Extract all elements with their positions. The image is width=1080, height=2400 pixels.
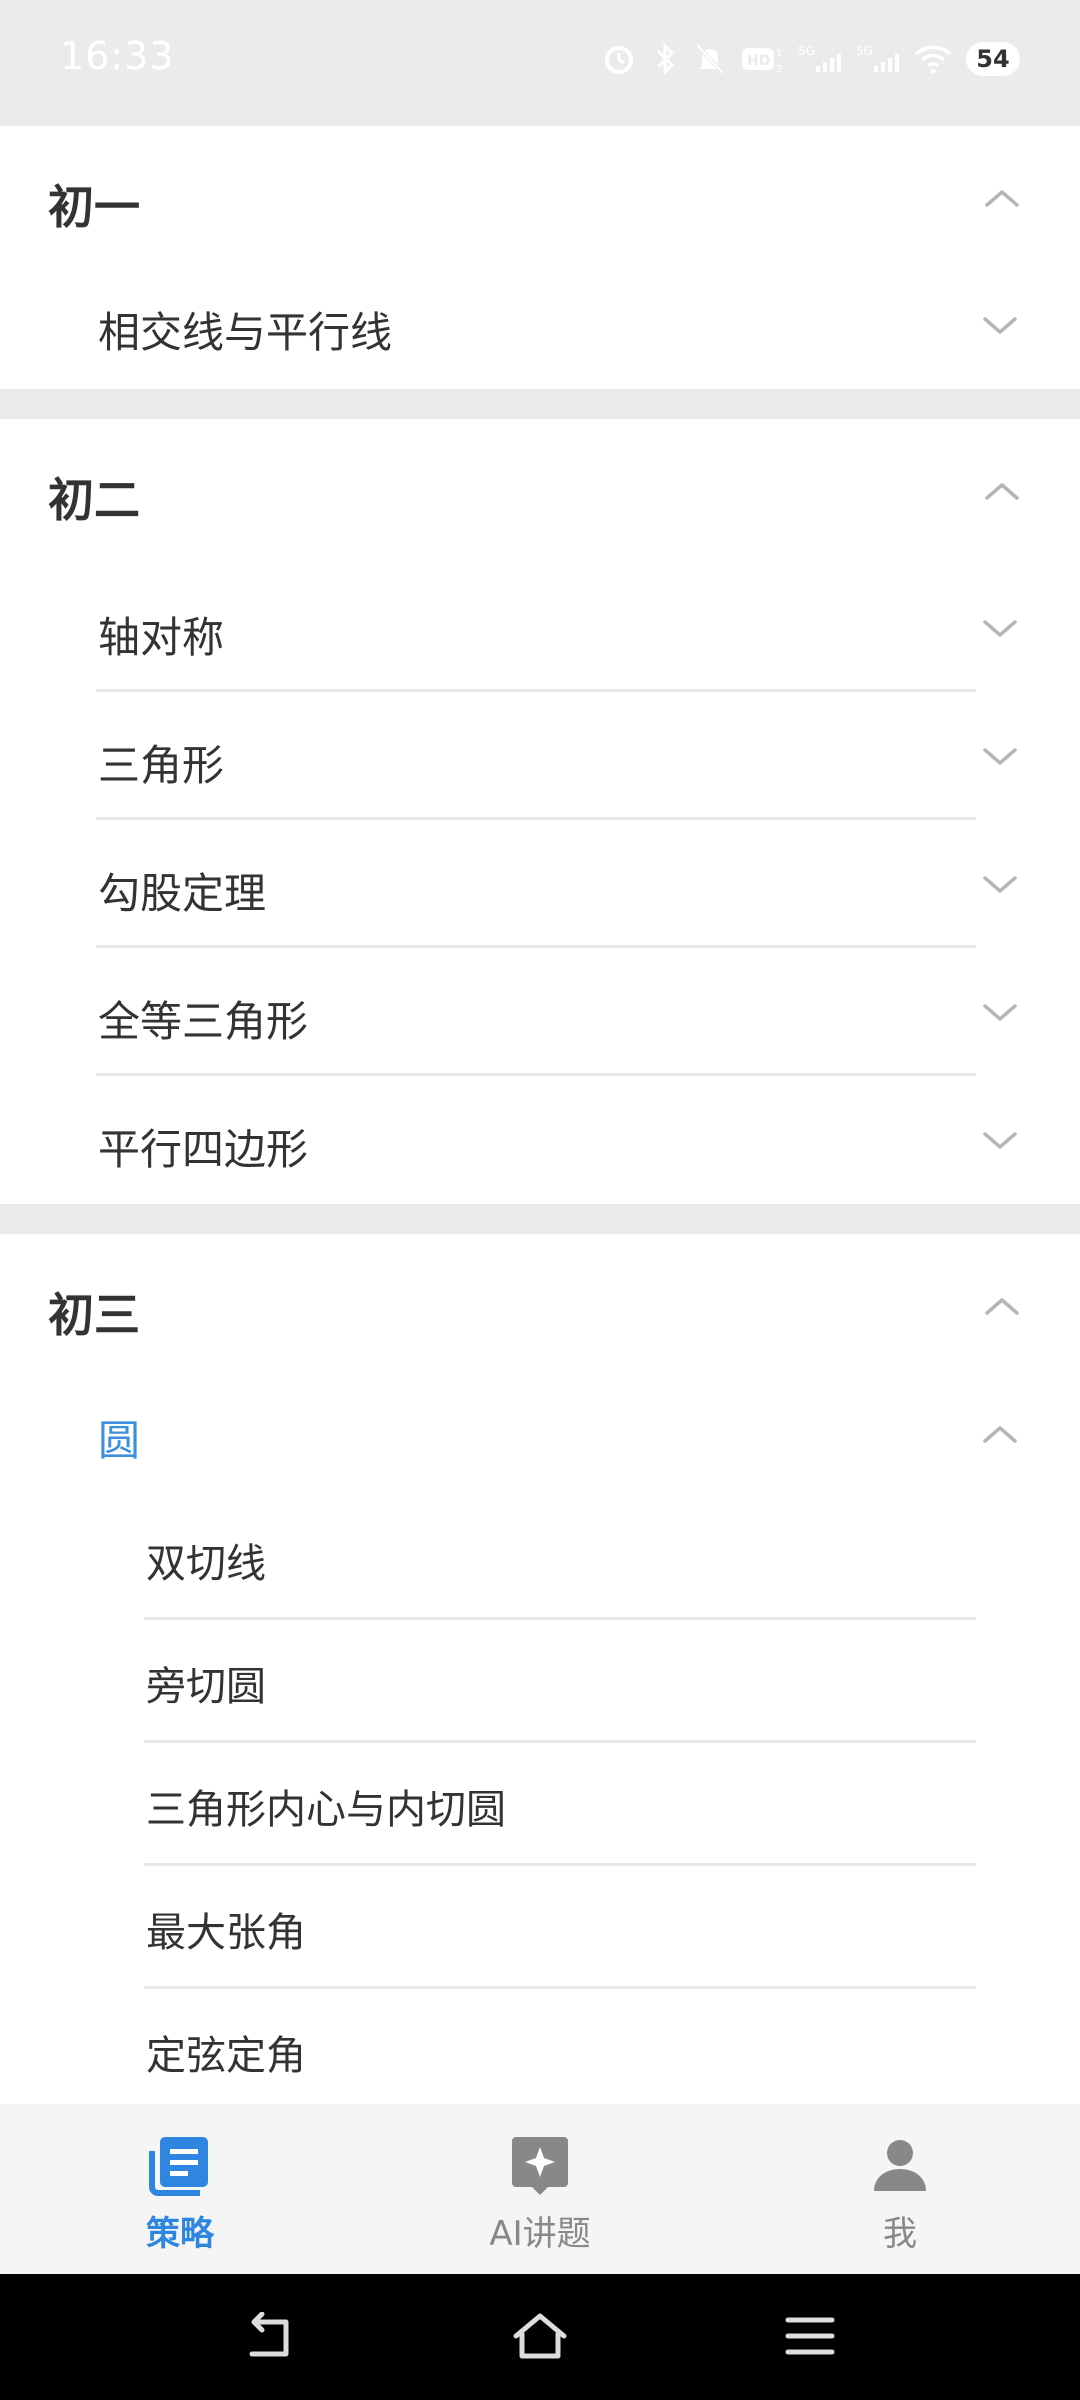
grade-section-3: 初三 圆 双切线 旁切圆 三角形内心与内切圆 最大张角 定弦定角 — [0, 1234, 1080, 2104]
strategy-book-icon — [147, 2132, 213, 2198]
tab-ai-lecture[interactable]: AI讲题 — [360, 2104, 720, 2274]
topic-row[interactable]: 圆 — [0, 1379, 1080, 1497]
topic-row[interactable]: 轴对称 — [0, 564, 1080, 692]
system-nav-bar — [0, 2274, 1080, 2400]
topic-title: 相交线与平行线 — [98, 308, 393, 357]
tab-strategy[interactable]: 策略 — [0, 2104, 360, 2274]
grade-header[interactable]: 初三 — [0, 1234, 1080, 1379]
topic-title: 三角形 — [98, 741, 225, 790]
home-icon[interactable] — [510, 2312, 570, 2362]
chevron-up-icon — [985, 190, 1019, 207]
tab-label: 策略 — [146, 2214, 214, 2254]
topic-row[interactable]: 相交线与平行线 — [0, 271, 1080, 389]
ai-sparkle-icon — [507, 2132, 573, 2198]
svg-text:5G: 5G — [856, 44, 873, 58]
subtopic-title: 最大张角 — [146, 1910, 306, 1956]
topic-title: 全等三角形 — [98, 997, 309, 1046]
subtopic-title: 旁切圆 — [146, 1664, 266, 1710]
grade-section-1: 初一 相交线与平行线 — [0, 126, 1080, 389]
status-time: 16:33 — [60, 34, 175, 78]
chevron-down-icon — [983, 748, 1017, 765]
chevron-down-icon — [983, 620, 1017, 637]
topic-title: 勾股定理 — [98, 869, 267, 918]
status-bar: 16:33 HD 1 2 5G 5G 54 — [0, 0, 1080, 126]
subtopic-title: 双切线 — [146, 1541, 266, 1587]
hd-icon: HD 1 2 — [742, 48, 782, 75]
subtopic-row[interactable]: 最大张角 — [0, 1866, 1080, 1989]
bluetooth-icon — [656, 42, 675, 76]
grade-list: 初一 相交线与平行线 初二 轴对称 三角形 勾股定理 全等三角形 平行四边形 初… — [0, 126, 1080, 2104]
alarm-icon — [605, 46, 633, 74]
chevron-down-icon — [983, 1004, 1017, 1021]
topic-row[interactable]: 平行四边形 — [0, 1076, 1080, 1204]
svg-text:1: 1 — [776, 48, 782, 59]
subtopic-row[interactable]: 三角形内心与内切圆 — [0, 1743, 1080, 1866]
topic-row[interactable]: 勾股定理 — [0, 820, 1080, 948]
grade-title: 初二 — [48, 473, 140, 527]
svg-text:2: 2 — [776, 64, 782, 75]
chevron-up-icon — [985, 1298, 1019, 1315]
topic-title: 轴对称 — [98, 613, 225, 662]
grade-header[interactable]: 初一 — [0, 126, 1080, 271]
subtopic-title: 三角形内心与内切圆 — [146, 1787, 506, 1833]
menu-icon[interactable] — [780, 2312, 840, 2362]
section-gap — [0, 389, 1080, 419]
svg-text:5G: 5G — [798, 44, 815, 58]
wifi-icon — [914, 45, 952, 74]
tab-label: AI讲题 — [489, 2214, 591, 2254]
subtopic-row[interactable]: 旁切圆 — [0, 1620, 1080, 1743]
mute-icon — [695, 43, 725, 75]
section-gap — [0, 1204, 1080, 1234]
subtopic-title: 定弦定角 — [146, 2033, 306, 2079]
grade-title: 初三 — [48, 1288, 140, 1342]
person-icon — [867, 2132, 933, 2198]
svg-text:HD: HD — [747, 53, 770, 69]
signal-5g-icon: 5G — [798, 44, 841, 72]
tab-me[interactable]: 我 — [720, 2104, 1080, 2274]
chevron-down-icon — [983, 317, 1017, 334]
tab-label: 我 — [883, 2214, 917, 2254]
grade-section-2: 初二 轴对称 三角形 勾股定理 全等三角形 平行四边形 — [0, 419, 1080, 1204]
grade-title: 初一 — [48, 180, 140, 234]
topic-title: 平行四边形 — [98, 1125, 309, 1174]
bottom-tab-bar: 策略 AI讲题 我 — [0, 2104, 1080, 2274]
chevron-down-icon — [983, 876, 1017, 893]
back-icon[interactable] — [240, 2312, 300, 2362]
chevron-up-icon — [983, 1426, 1017, 1443]
battery-indicator: 54 — [966, 42, 1020, 76]
chevron-down-icon — [983, 1132, 1017, 1149]
topic-row[interactable]: 全等三角形 — [0, 948, 1080, 1076]
grade-header[interactable]: 初二 — [0, 419, 1080, 564]
subtopic-row[interactable]: 定弦定角 — [0, 1989, 1080, 2104]
chevron-up-icon — [985, 483, 1019, 500]
topic-row[interactable]: 三角形 — [0, 692, 1080, 820]
status-icons: HD 1 2 5G 5G 54 — [602, 36, 1020, 82]
topic-title: 圆 — [98, 1416, 141, 1465]
signal-5g-icon: 5G — [856, 44, 899, 72]
subtopic-row[interactable]: 双切线 — [0, 1497, 1080, 1620]
